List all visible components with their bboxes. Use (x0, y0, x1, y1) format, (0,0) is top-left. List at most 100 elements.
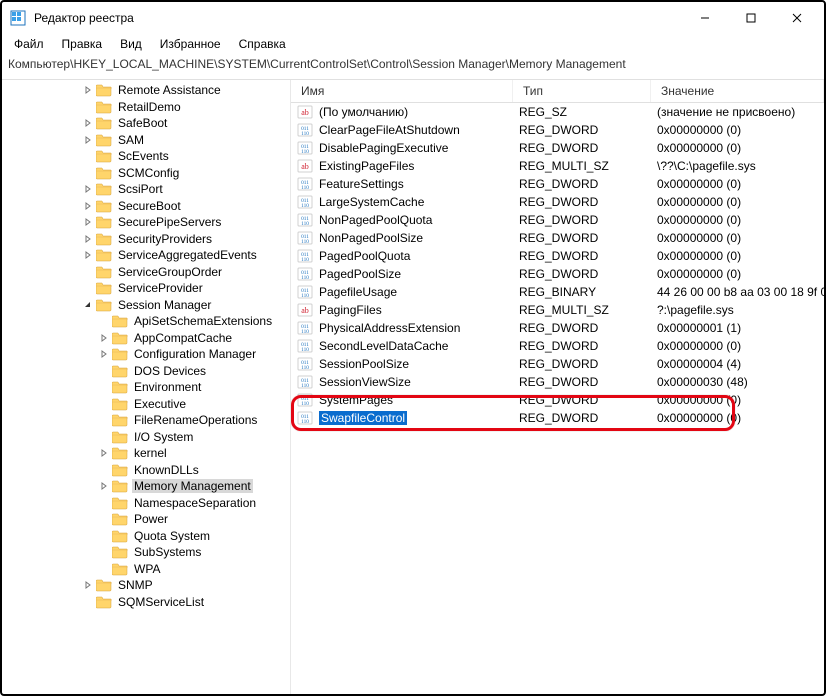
value-row[interactable]: abPagingFilesREG_MULTI_SZ?:\pagefile.sys (291, 301, 824, 319)
value-row[interactable]: 011110NonPagedPoolQuotaREG_DWORD0x000000… (291, 211, 824, 229)
chevron-right-icon[interactable] (82, 86, 94, 94)
svg-text:110: 110 (301, 149, 309, 155)
tree-item-label: SQMServiceList (116, 595, 206, 609)
binary-value-icon: 011110 (297, 392, 313, 408)
chevron-right-icon[interactable] (82, 119, 94, 127)
chevron-down-icon[interactable] (82, 301, 94, 309)
folder-icon (112, 446, 128, 460)
minimize-button[interactable] (682, 3, 728, 33)
address-bar[interactable]: Компьютер\HKEY_LOCAL_MACHINE\SYSTEM\Curr… (2, 55, 824, 80)
value-row[interactable]: 011110PagedPoolQuotaREG_DWORD0x00000000 … (291, 247, 824, 265)
tree-item[interactable]: Quota System (2, 528, 290, 545)
value-row[interactable]: 011110SwapfileControlREG_DWORD0x00000000… (291, 409, 824, 427)
value-type: REG_BINARY (519, 285, 657, 299)
tree-item[interactable]: ApiSetSchemaExtensions (2, 313, 290, 330)
value-row[interactable]: 011110SystemPagesREG_DWORD0x00000000 (0) (291, 391, 824, 409)
tree-item[interactable]: SecurityProviders (2, 231, 290, 248)
tree-item[interactable]: Session Manager (2, 297, 290, 314)
chevron-right-icon[interactable] (98, 334, 110, 342)
list-header[interactable]: Имя Тип Значение (291, 80, 824, 103)
col-header-type[interactable]: Тип (513, 80, 651, 102)
value-row[interactable]: 011110SessionViewSizeREG_DWORD0x00000030… (291, 373, 824, 391)
tree-item[interactable]: kernel (2, 445, 290, 462)
menu-help[interactable]: Справка (231, 35, 294, 55)
value-row[interactable]: 011110FeatureSettingsREG_DWORD0x00000000… (291, 175, 824, 193)
value-row[interactable]: 011110SessionPoolSizeREG_DWORD0x00000004… (291, 355, 824, 373)
tree-item[interactable]: AppCompatCache (2, 330, 290, 347)
tree-item[interactable]: ServiceGroupOrder (2, 264, 290, 281)
tree-item[interactable]: ScEvents (2, 148, 290, 165)
folder-icon (96, 281, 112, 295)
value-row[interactable]: 011110LargeSystemCacheREG_DWORD0x0000000… (291, 193, 824, 211)
tree-item[interactable]: ServiceProvider (2, 280, 290, 297)
tree-item[interactable]: DOS Devices (2, 363, 290, 380)
tree-item[interactable]: SAM (2, 132, 290, 149)
close-button[interactable] (774, 3, 820, 33)
tree-item[interactable]: Environment (2, 379, 290, 396)
tree-item[interactable]: I/O System (2, 429, 290, 446)
menu-edit[interactable]: Правка (54, 35, 111, 55)
tree-item[interactable]: KnownDLLs (2, 462, 290, 479)
value-row[interactable]: ab(По умолчанию)REG_SZ(значение не присв… (291, 103, 824, 121)
value-data: (значение не присвоено) (657, 105, 824, 119)
chevron-right-icon[interactable] (82, 581, 94, 589)
value-row[interactable]: 011110NonPagedPoolSizeREG_DWORD0x0000000… (291, 229, 824, 247)
value-row[interactable]: 011110PagefileUsageREG_BINARY44 26 00 00… (291, 283, 824, 301)
col-header-name[interactable]: Имя (291, 80, 513, 102)
chevron-right-icon[interactable] (98, 449, 110, 457)
value-row[interactable]: 011110DisablePagingExecutiveREG_DWORD0x0… (291, 139, 824, 157)
value-row[interactable]: 011110PhysicalAddressExtensionREG_DWORD0… (291, 319, 824, 337)
binary-value-icon: 011110 (297, 338, 313, 354)
tree-item[interactable]: Remote Assistance (2, 82, 290, 99)
value-name: PhysicalAddressExtension (319, 321, 519, 335)
binary-value-icon: 011110 (297, 194, 313, 210)
tree-item-label: SecureBoot (116, 199, 183, 213)
tree-item[interactable]: Memory Management (2, 478, 290, 495)
chevron-right-icon[interactable] (82, 218, 94, 226)
tree-item[interactable]: NamespaceSeparation (2, 495, 290, 512)
value-row[interactable]: 011110ClearPageFileAtShutdownREG_DWORD0x… (291, 121, 824, 139)
key-tree[interactable]: Remote AssistanceRetailDemoSafeBootSAMSc… (2, 80, 291, 696)
folder-icon (96, 166, 112, 180)
menu-favorites[interactable]: Избранное (152, 35, 229, 55)
menu-view[interactable]: Вид (112, 35, 150, 55)
tree-item[interactable]: WPA (2, 561, 290, 578)
binary-value-icon: 011110 (297, 122, 313, 138)
tree-item[interactable]: Configuration Manager (2, 346, 290, 363)
chevron-right-icon[interactable] (98, 482, 110, 490)
chevron-right-icon[interactable] (82, 251, 94, 259)
value-row[interactable]: 011110PagedPoolSizeREG_DWORD0x00000000 (… (291, 265, 824, 283)
tree-item[interactable]: SecurePipeServers (2, 214, 290, 231)
tree-item[interactable]: SNMP (2, 577, 290, 594)
value-name: SwapfileControl (319, 411, 519, 425)
svg-text:110: 110 (301, 185, 309, 191)
svg-text:110: 110 (301, 275, 309, 281)
value-row[interactable]: abExistingPageFilesREG_MULTI_SZ\??\C:\pa… (291, 157, 824, 175)
tree-item[interactable]: RetailDemo (2, 99, 290, 116)
value-name: LargeSystemCache (319, 195, 519, 209)
col-header-data[interactable]: Значение (651, 80, 824, 102)
chevron-right-icon[interactable] (82, 235, 94, 243)
list-body[interactable]: ab(По умолчанию)REG_SZ(значение не присв… (291, 103, 824, 696)
chevron-right-icon[interactable] (82, 185, 94, 193)
chevron-right-icon[interactable] (98, 350, 110, 358)
titlebar: Редактор реестра (2, 2, 824, 35)
tree-item[interactable]: SQMServiceList (2, 594, 290, 611)
tree-item[interactable]: SecureBoot (2, 198, 290, 215)
chevron-right-icon[interactable] (82, 136, 94, 144)
maximize-button[interactable] (728, 3, 774, 33)
value-data: 0x00000000 (0) (657, 177, 824, 191)
tree-item[interactable]: ScsiPort (2, 181, 290, 198)
svg-text:110: 110 (301, 329, 309, 335)
value-row[interactable]: 011110SecondLevelDataCacheREG_DWORD0x000… (291, 337, 824, 355)
tree-item[interactable]: Executive (2, 396, 290, 413)
tree-item[interactable]: SubSystems (2, 544, 290, 561)
tree-item[interactable]: SafeBoot (2, 115, 290, 132)
tree-item[interactable]: SCMConfig (2, 165, 290, 182)
menu-file[interactable]: Файл (6, 35, 52, 55)
tree-item[interactable]: FileRenameOperations (2, 412, 290, 429)
folder-icon (112, 512, 128, 526)
chevron-right-icon[interactable] (82, 202, 94, 210)
tree-item[interactable]: ServiceAggregatedEvents (2, 247, 290, 264)
tree-item[interactable]: Power (2, 511, 290, 528)
